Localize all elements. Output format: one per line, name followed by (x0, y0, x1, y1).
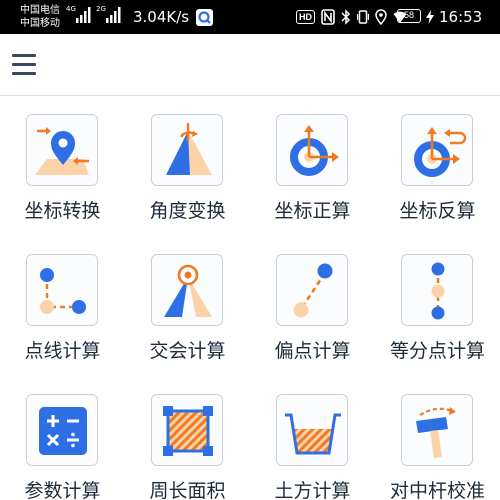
tool-coordinate-forward[interactable]: 坐标正算 (250, 96, 375, 236)
tool-perimeter-area[interactable]: 周长面积 (125, 376, 250, 500)
tool-parameter-calc[interactable]: 参数计算 (0, 376, 125, 500)
signal-bars-icon (76, 7, 91, 23)
calculator-icon (26, 394, 98, 466)
carrier-1: 中国电信 (20, 5, 60, 16)
equal-division-icon (401, 254, 473, 326)
point-line-icon (26, 254, 98, 326)
tool-earthwork[interactable]: 土方计算 (250, 376, 375, 500)
hamburger-menu-icon[interactable] (12, 54, 36, 76)
tool-label: 对中杆校准 (389, 480, 485, 500)
location-icon (375, 9, 387, 25)
app-bar (0, 34, 500, 96)
tool-label: 点线计算 (24, 340, 101, 362)
signal-2-tag: 2G (96, 5, 106, 13)
tool-equal-division[interactable]: 等分点计算 (375, 236, 500, 376)
vibrate-icon (357, 10, 369, 24)
earthwork-icon (276, 394, 348, 466)
coordinate-forward-icon (276, 114, 348, 186)
carrier-names: 中国电信 中国移动 (20, 4, 60, 30)
status-icons: HD (296, 8, 407, 26)
tool-angle-transform[interactable]: 角度变换 (125, 96, 250, 236)
offset-point-icon (276, 254, 348, 326)
tool-offset-point[interactable]: 偏点计算 (250, 236, 375, 376)
tool-label: 坐标正算 (274, 200, 351, 222)
perimeter-area-icon (151, 394, 223, 466)
tool-intersection[interactable]: 交会计算 (125, 236, 250, 376)
tool-label: 偏点计算 (274, 340, 351, 362)
nfc-icon (321, 9, 335, 25)
tool-label: 角度变换 (149, 200, 226, 222)
tool-label: 坐标反算 (399, 200, 476, 222)
tool-label: 坐标转换 (24, 200, 101, 222)
bluetooth-icon (341, 9, 351, 25)
tool-label: 土方计算 (274, 480, 351, 500)
status-bar: 中国电信 中国移动 4G 2G 3.04K/s HD 58 16:53 (0, 0, 500, 34)
tool-coordinate-convert[interactable]: 坐标转换 (0, 96, 125, 236)
battery-icon: 58 (397, 9, 421, 23)
tool-coordinate-inverse[interactable]: 坐标反算 (375, 96, 500, 236)
notification-app-icon (196, 9, 213, 26)
clock: 16:53 (439, 8, 483, 26)
tool-label: 周长面积 (149, 480, 226, 500)
carrier-2: 中国移动 (20, 18, 60, 29)
tool-grid: 坐标转换 角度变换 坐标正算 坐标反算 点线计算 交会计算 偏点计算 等分点计算… (0, 96, 500, 500)
network-speed: 3.04K/s (133, 8, 190, 26)
intersection-icon (151, 254, 223, 326)
coordinate-inverse-icon (401, 114, 473, 186)
tool-label: 等分点计算 (389, 340, 485, 362)
tool-label: 参数计算 (24, 480, 101, 500)
signal-bars-icon (106, 7, 121, 23)
charging-icon (426, 10, 434, 24)
coordinate-convert-icon (26, 114, 98, 186)
pole-calibration-icon (401, 394, 473, 466)
tool-label: 交会计算 (149, 340, 226, 362)
angle-transform-icon (151, 114, 223, 186)
tool-pole-calibration[interactable]: 对中杆校准 (375, 376, 500, 500)
signal-1-tag: 4G (66, 5, 76, 13)
hd-badge: HD (296, 10, 315, 24)
tool-point-line[interactable]: 点线计算 (0, 236, 125, 376)
